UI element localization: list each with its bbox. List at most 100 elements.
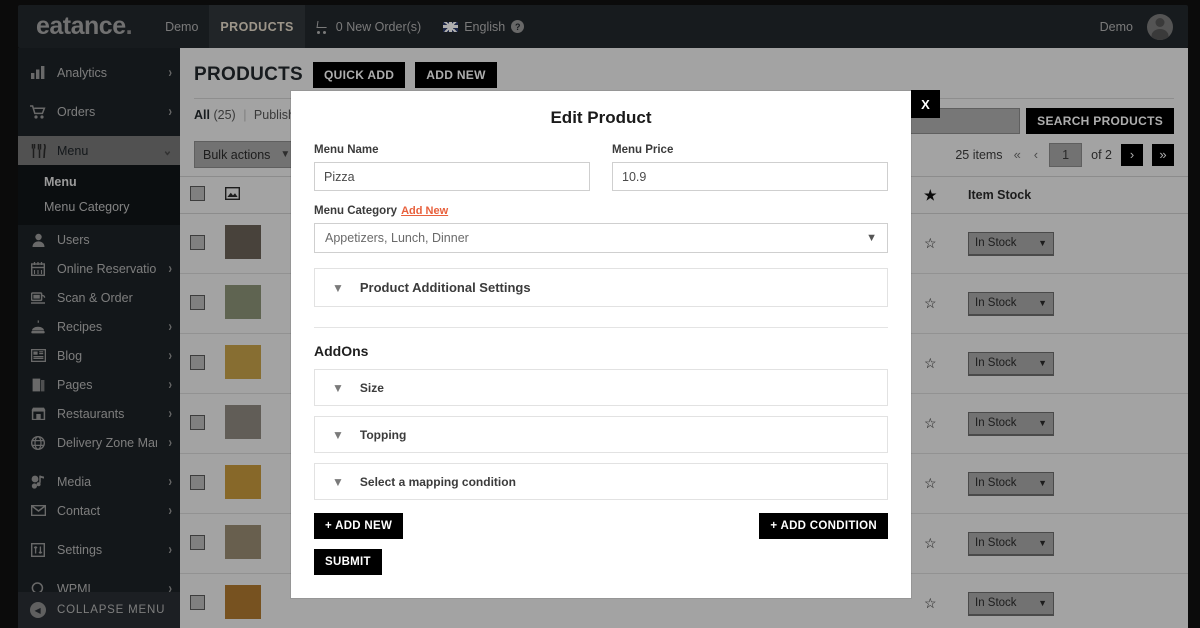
- pagination-next-button[interactable]: ›: [1121, 143, 1143, 166]
- sidebar-item-blog[interactable]: Blog ›: [18, 341, 180, 370]
- row-checkbox[interactable]: [190, 534, 205, 550]
- item-stock-select[interactable]: In Stock ▼: [968, 291, 1054, 316]
- sidebar-item-restaurants[interactable]: Restaurants ›: [18, 399, 180, 428]
- select-all-header: [180, 176, 215, 214]
- quick-add-button[interactable]: QUICK ADD: [313, 62, 406, 88]
- sidebar-item-scan-order[interactable]: Scan & Order: [18, 283, 180, 312]
- item-stock-select[interactable]: In Stock ▼: [968, 471, 1054, 496]
- menu-price-input[interactable]: 10.9: [612, 162, 888, 191]
- row-checkbox[interactable]: [190, 594, 205, 610]
- row-checkbox[interactable]: [190, 294, 205, 310]
- menu-name-value: Pizza: [324, 169, 355, 184]
- select-all-checkbox[interactable]: [190, 186, 205, 201]
- sidebar-item-menu[interactable]: Menu ⌄: [18, 136, 180, 165]
- row-checkbox[interactable]: [190, 354, 205, 370]
- sidebar-item-users[interactable]: Users: [18, 225, 180, 254]
- chevron-right-icon: ›: [168, 318, 172, 335]
- pagination-first-button[interactable]: «: [1012, 147, 1023, 162]
- item-stock-value: In Stock: [975, 357, 1017, 369]
- sidebar-item-users-label: Users: [57, 232, 90, 247]
- topbar-item-demo[interactable]: Demo: [154, 5, 209, 48]
- sidebar-item-settings-label: Settings: [57, 542, 103, 557]
- star-icon[interactable]: ☆: [924, 295, 937, 311]
- row-checkbox[interactable]: [190, 414, 205, 430]
- menu-category-select[interactable]: Appetizers, Lunch, Dinner ▼: [314, 223, 888, 253]
- addons-heading: AddOns: [314, 343, 369, 359]
- sidebar-item-delivery-zone-manager[interactable]: Delivery Zone Manager ›: [18, 428, 180, 457]
- row-thumb-cell: [215, 393, 275, 454]
- star-icon[interactable]: ☆: [924, 595, 937, 611]
- sidebar: Analytics › Orders › Menu ⌄ Menu Menu Ca…: [18, 48, 180, 628]
- row-select-cell: [180, 213, 215, 274]
- pagination-prev-button[interactable]: ‹: [1032, 147, 1040, 162]
- sidebar-item-orders-label: Orders: [57, 104, 96, 119]
- sidebar-item-recipes[interactable]: Recipes ›: [18, 312, 180, 341]
- addon-accordion-size[interactable]: ▼ Size: [314, 369, 888, 406]
- sidebar-item-online-reservation[interactable]: Online Reservation ›: [18, 254, 180, 283]
- topbar-item-new-orders[interactable]: 0 New Order(s): [305, 5, 432, 48]
- star-icon[interactable]: ☆: [924, 235, 937, 251]
- chevron-down-icon: ▼: [332, 474, 344, 489]
- item-stock-select[interactable]: In Stock ▼: [968, 411, 1054, 436]
- sidebar-item-settings[interactable]: Settings ›: [18, 535, 180, 564]
- topbar-item-language[interactable]: English ?: [432, 5, 535, 48]
- collapse-menu-button[interactable]: ◀ COLLAPSE MENU: [18, 592, 180, 628]
- star-icon[interactable]: ☆: [924, 475, 937, 491]
- addon-accordion-size-label: Size: [359, 380, 384, 395]
- row-featured-cell: ☆: [914, 393, 958, 454]
- pagination-last-button[interactable]: »: [1152, 143, 1174, 166]
- close-icon[interactable]: X: [911, 90, 940, 118]
- bulk-actions-select[interactable]: Bulk actions ▼: [194, 141, 300, 168]
- item-stock-select[interactable]: In Stock ▼: [968, 531, 1054, 556]
- sidebar-item-media[interactable]: Media ›: [18, 467, 180, 496]
- row-thumb-cell: [215, 573, 275, 628]
- sidebar-item-delivery-zone-manager-label: Delivery Zone Manager: [57, 435, 157, 450]
- chevron-right-icon: ›: [168, 541, 172, 558]
- topbar-item-products[interactable]: PRODUCTS: [209, 5, 305, 48]
- chevron-down-icon: ▼: [1038, 298, 1047, 308]
- sidebar-item-orders[interactable]: Orders ›: [18, 97, 180, 126]
- page-header: PRODUCTS QUICK ADD ADD NEW: [180, 48, 1188, 88]
- topbar-user-menu[interactable]: Demo: [1089, 5, 1188, 48]
- search-products-button[interactable]: SEARCH PRODUCTS: [1026, 108, 1174, 134]
- item-stock-select[interactable]: In Stock ▼: [968, 351, 1054, 376]
- addon-accordion-mapping-condition[interactable]: ▼ Select a mapping condition: [314, 463, 888, 500]
- menu-name-input[interactable]: Pizza: [314, 162, 590, 191]
- menu-price-value: 10.9: [622, 169, 647, 184]
- sidebar-subitem-menu-category[interactable]: Menu Category: [18, 194, 180, 219]
- chevron-down-icon: ▼: [1038, 358, 1047, 368]
- filter-all-label[interactable]: All: [194, 108, 210, 122]
- globe-icon: [30, 435, 46, 451]
- add-new-button[interactable]: ADD NEW: [415, 62, 497, 88]
- addon-accordion-topping[interactable]: ▼ Topping: [314, 416, 888, 453]
- sidebar-item-scan-order-label: Scan & Order: [57, 290, 133, 305]
- row-stock-cell: In Stock ▼: [958, 513, 1188, 574]
- row-checkbox[interactable]: [190, 474, 205, 490]
- menu-category-add-new-link[interactable]: Add New: [401, 205, 448, 217]
- sidebar-item-recipes-label: Recipes: [57, 319, 103, 334]
- help-icon[interactable]: ?: [511, 20, 525, 33]
- item-stock-select[interactable]: In Stock ▼: [968, 591, 1054, 616]
- brand-logo[interactable]: eatance.: [18, 14, 154, 39]
- star-icon[interactable]: ☆: [924, 415, 937, 431]
- submit-button[interactable]: SUBMIT: [314, 549, 382, 575]
- chevron-down-icon: ▼: [1038, 538, 1047, 548]
- row-featured-cell: ☆: [914, 573, 958, 628]
- sidebar-item-contact[interactable]: Contact ›: [18, 496, 180, 525]
- star-icon[interactable]: ☆: [924, 355, 937, 371]
- sidebar-subitem-menu[interactable]: Menu: [18, 169, 180, 194]
- star-icon[interactable]: ☆: [924, 535, 937, 551]
- row-stock-cell: In Stock ▼: [958, 273, 1188, 334]
- add-condition-button[interactable]: + ADD CONDITION: [759, 513, 888, 539]
- add-new-addon-button[interactable]: + ADD NEW: [314, 513, 404, 539]
- pagination-current-page-input[interactable]: 1: [1049, 142, 1083, 167]
- sidebar-item-pages[interactable]: Pages ›: [18, 370, 180, 399]
- row-thumb-cell: [215, 333, 275, 394]
- row-select-cell: [180, 453, 215, 514]
- item-stock-select[interactable]: In Stock ▼: [968, 231, 1054, 256]
- chevron-down-icon: ▼: [280, 149, 291, 160]
- sidebar-item-analytics[interactable]: Analytics ›: [18, 58, 180, 87]
- item-stock-value: In Stock: [975, 297, 1017, 309]
- row-checkbox[interactable]: [190, 234, 205, 250]
- product-additional-settings-accordion[interactable]: ▼ Product Additional Settings: [314, 268, 888, 307]
